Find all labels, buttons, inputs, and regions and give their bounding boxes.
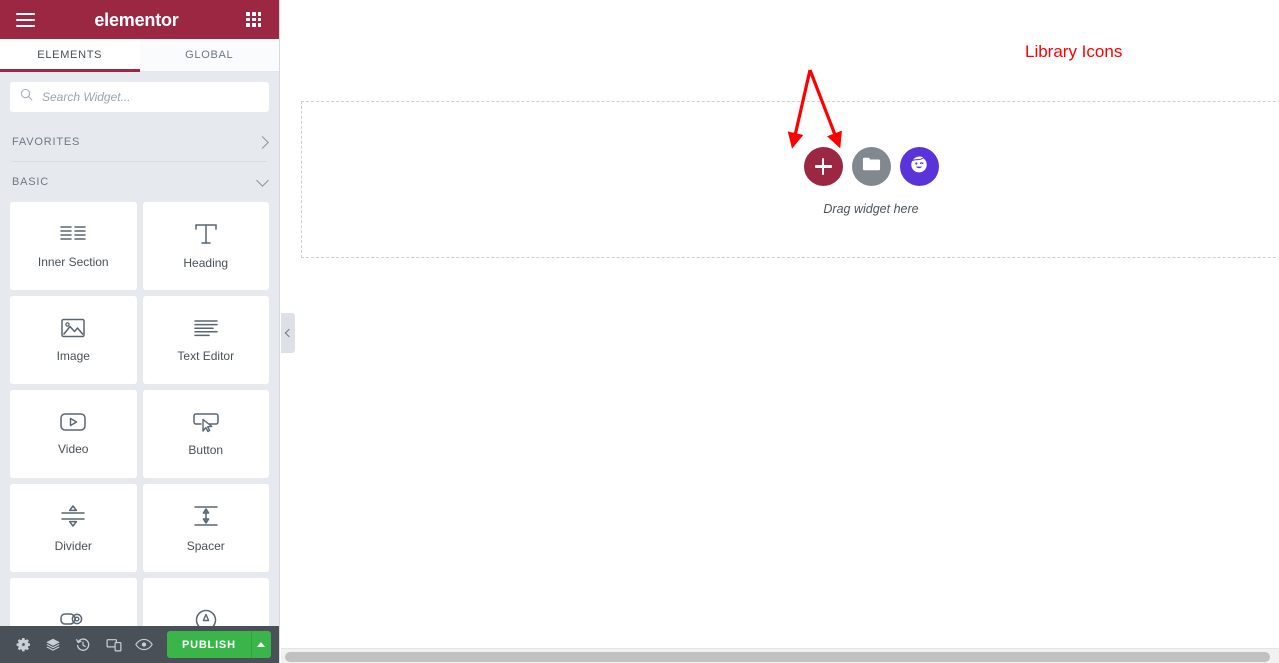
category-basic-label: BASIC <box>12 176 50 188</box>
chevron-right-icon <box>256 135 269 149</box>
widget-video[interactable]: Video <box>10 390 137 478</box>
panel-collapse-handle[interactable] <box>281 313 295 353</box>
plus-icon <box>814 158 832 175</box>
chevron-left-icon <box>284 328 294 338</box>
gear-icon[interactable] <box>8 626 38 663</box>
icon-widget-icon <box>192 606 220 626</box>
canvas-horizontal-scrollbar-track[interactable] <box>281 648 1279 663</box>
layers-icon[interactable] <box>38 626 68 663</box>
ai-library-button[interactable] <box>899 147 939 186</box>
divider-icon <box>58 503 88 529</box>
annotation-label: Library Icons <box>1025 42 1123 61</box>
search-input[interactable]: Search Widget... <box>42 90 131 104</box>
widget-divider-label: Divider <box>54 539 92 553</box>
widget-spacer[interactable]: Spacer <box>142 484 269 572</box>
annotation-overlay: Library Icons <box>281 0 1279 663</box>
tab-global[interactable]: GLOBAL <box>139 39 279 71</box>
history-icon[interactable] <box>68 626 98 663</box>
panel-header: elementor <box>0 0 279 39</box>
widget-inner-section-label: Inner Section <box>37 255 109 269</box>
add-template-library-button[interactable] <box>851 147 891 186</box>
widget-image[interactable]: Image <box>10 296 137 384</box>
widget-heading-label: Heading <box>183 256 229 270</box>
search-widget-container: Search Widget... <box>0 72 279 122</box>
add-new-section-button[interactable] <box>803 147 843 186</box>
widget-divider[interactable]: Divider <box>10 484 137 572</box>
category-basic[interactable]: BASIC <box>0 162 279 202</box>
widget-icon[interactable] <box>142 578 269 626</box>
category-favorites[interactable]: FAVORITES <box>0 122 279 162</box>
google-maps-icon <box>58 607 88 626</box>
widget-text-editor-label: Text Editor <box>177 349 235 363</box>
widget-button-label: Button <box>188 443 224 457</box>
widget-list-scroll[interactable]: Inner Section Heading Image Text Editor … <box>0 202 279 626</box>
search-widget-box[interactable]: Search Widget... <box>10 82 269 112</box>
section-action-buttons <box>302 147 1279 186</box>
widget-image-label: Image <box>56 349 90 363</box>
publish-options-button[interactable] <box>250 631 272 658</box>
canvas-horizontal-scrollbar-thumb[interactable] <box>285 652 1270 662</box>
folder-icon <box>862 156 881 177</box>
tab-elements[interactable]: ELEMENTS <box>0 39 140 72</box>
widget-grid: Inner Section Heading Image Text Editor … <box>10 202 269 626</box>
widget-video-label: Video <box>58 442 89 456</box>
elementor-editor: elementor ELEMENTS GLOBAL Search Widget.… <box>0 0 1279 663</box>
widget-inner-section[interactable]: Inner Section <box>10 202 137 290</box>
widget-google-maps[interactable] <box>10 578 137 626</box>
inner-section-icon <box>59 223 87 245</box>
widget-button[interactable]: Button <box>142 390 269 478</box>
widget-heading[interactable]: Heading <box>142 202 269 290</box>
hamburger-menu-icon[interactable] <box>14 9 36 31</box>
elementor-logo: elementor <box>94 9 179 30</box>
empty-section-placeholder[interactable]: Drag widget here <box>301 101 1279 258</box>
panel-tabs: ELEMENTS GLOBAL <box>0 39 279 72</box>
text-editor-icon <box>192 317 220 339</box>
heading-icon <box>193 222 219 246</box>
chevron-down-icon <box>256 173 269 187</box>
eye-icon[interactable] <box>129 626 159 663</box>
category-favorites-label: FAVORITES <box>12 136 81 148</box>
editor-panel: elementor ELEMENTS GLOBAL Search Widget.… <box>0 0 280 663</box>
responsive-icon[interactable] <box>99 626 129 663</box>
smiley-face-icon <box>908 153 930 180</box>
video-icon <box>59 412 87 432</box>
spacer-icon <box>191 503 221 529</box>
panel-footer-toolbar: PUBLISH <box>0 626 279 663</box>
caret-up-icon <box>257 642 266 647</box>
search-icon <box>20 88 33 106</box>
publish-button[interactable]: PUBLISH <box>166 631 251 658</box>
editor-canvas: Drag widget here Library Icons <box>281 0 1279 663</box>
apps-grid-icon[interactable] <box>243 9 265 31</box>
widget-spacer-label: Spacer <box>186 539 225 553</box>
image-icon <box>60 317 86 339</box>
drag-widget-hint: Drag widget here <box>823 202 919 216</box>
button-icon <box>192 411 220 433</box>
widget-text-editor[interactable]: Text Editor <box>142 296 269 384</box>
